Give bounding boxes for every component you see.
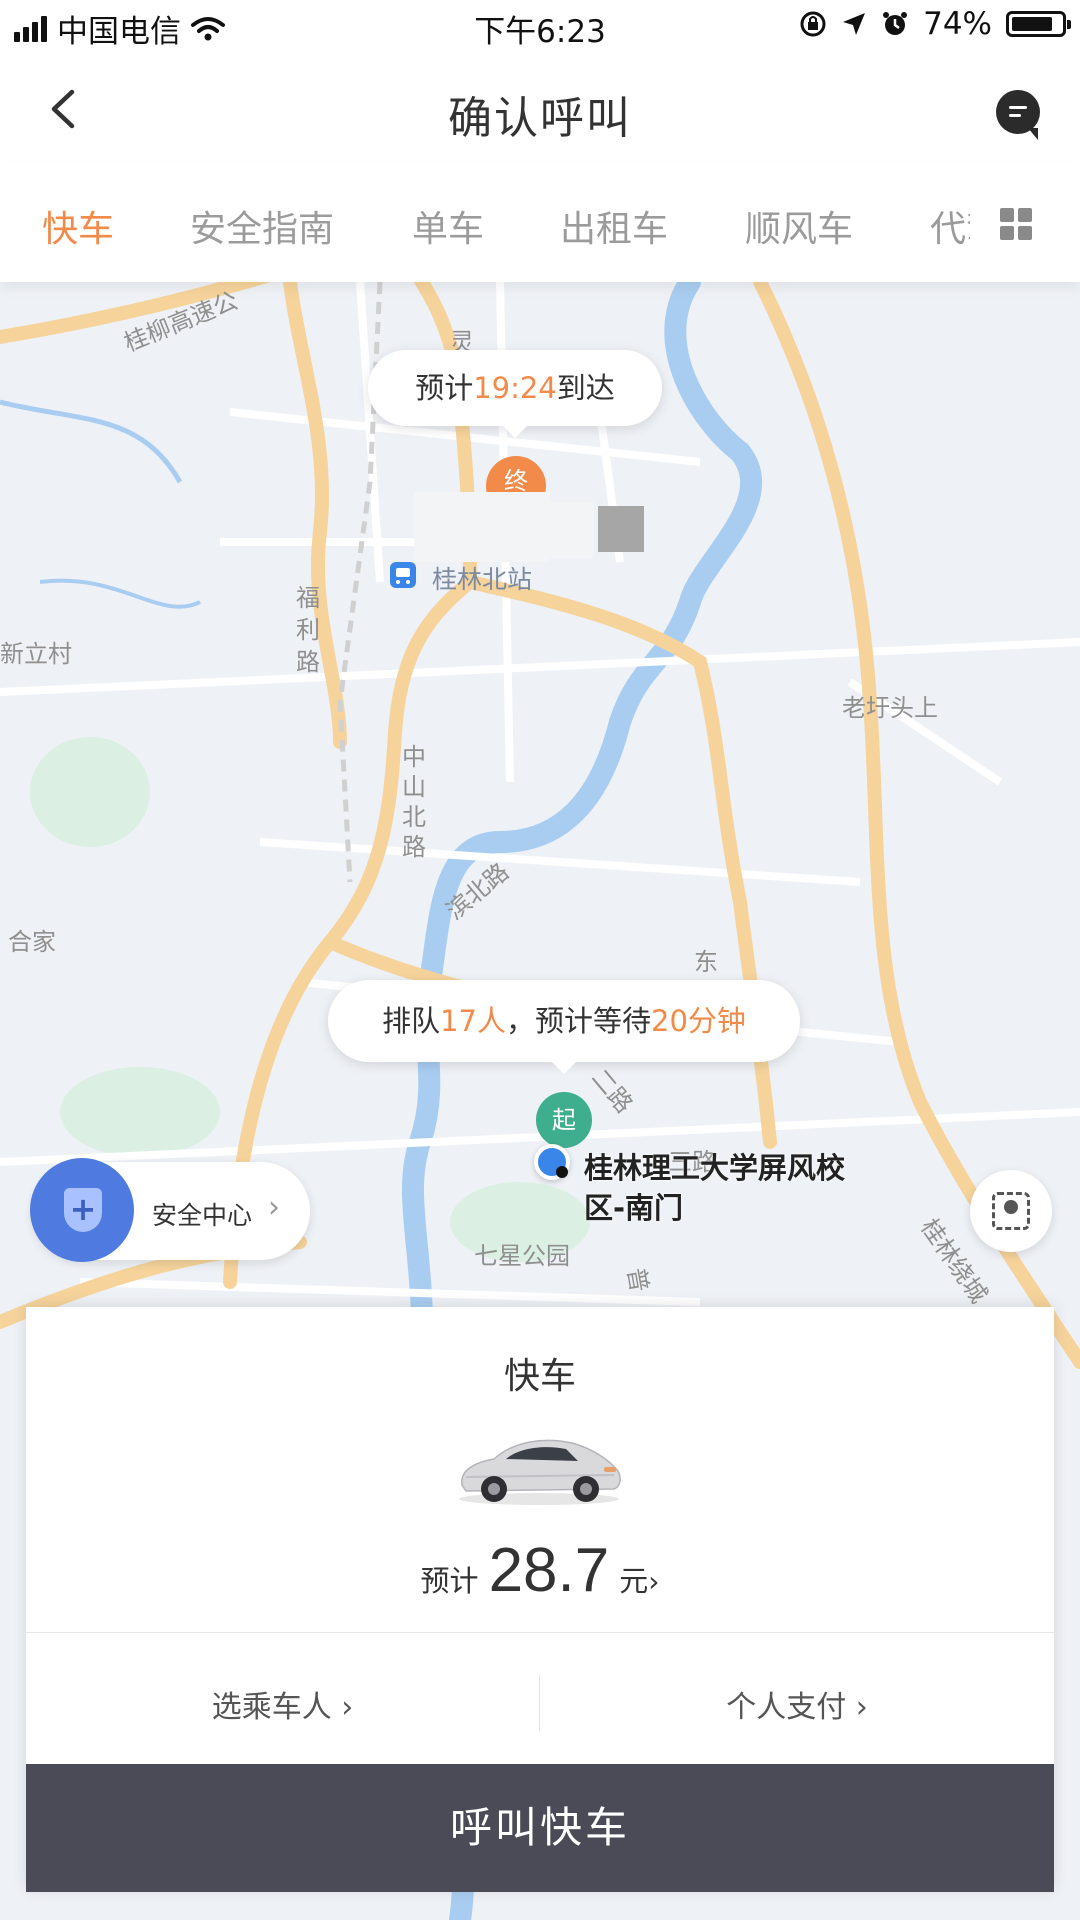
eta-prefix: 预计: [415, 371, 474, 405]
map-label-dong: 东: [694, 948, 718, 976]
tab-designated-driver[interactable]: 代驾: [930, 200, 970, 252]
price-unit: 元: [619, 1564, 649, 1598]
map-label-laoxutoushang: 老圩头上: [842, 694, 938, 722]
rotation-lock-icon: [800, 11, 826, 37]
tab-taxi[interactable]: 出租车: [560, 200, 668, 252]
map-label-xinli-village: 新立村: [0, 640, 72, 668]
tab-safety-guide[interactable]: 安全指南: [190, 200, 334, 252]
nav-bar: 确认呼叫: [0, 54, 1080, 164]
tab-bike[interactable]: 单车: [412, 200, 484, 252]
queue-bubble: 排队17人，预计等待20分钟: [328, 980, 800, 1074]
chevron-right-icon: ›: [648, 1565, 660, 1598]
shield-icon: +: [30, 1158, 134, 1262]
safety-center-button[interactable]: + 安全中心 ›: [30, 1158, 310, 1262]
divider: [26, 1632, 1054, 1633]
battery-percent: 74%: [923, 6, 992, 42]
map-label-fuli-road: 福利路: [296, 584, 320, 676]
eta-time: 19:24: [473, 371, 557, 405]
call-express-button[interactable]: 呼叫快车: [26, 1764, 1054, 1892]
safety-center-label: 安全中心: [152, 1201, 253, 1230]
map-label-qixing-park: 七星公园: [474, 1242, 570, 1270]
page-title: 确认呼叫: [448, 93, 632, 144]
start-address: 桂林理工大学屏风校区-南门: [584, 1151, 846, 1225]
redacted-area: [550, 502, 594, 558]
chevron-right-icon: ›: [268, 1190, 280, 1225]
start-point-marker: [556, 1166, 568, 1178]
location-arrow-icon: [843, 13, 866, 35]
queue-wait: 20分钟: [651, 1004, 746, 1038]
redacted-area: [414, 492, 550, 562]
queue-middle: ，预计等待: [506, 1004, 652, 1038]
tab-express[interactable]: 快车: [42, 200, 114, 252]
message-icon[interactable]: [996, 90, 1040, 140]
price-estimate[interactable]: 预计 28.7 元›: [26, 1535, 1054, 1606]
grid-icon[interactable]: [1000, 208, 1032, 240]
eta-suffix: 到达: [556, 371, 615, 405]
battery-icon: [1006, 11, 1071, 37]
price-value: 28.7: [488, 1536, 610, 1605]
car-icon: [459, 1439, 621, 1505]
locate-icon[interactable]: [970, 1170, 1052, 1252]
ride-type-title: 快车: [503, 1356, 576, 1397]
station-label: 桂林北站: [432, 565, 533, 594]
status-right: 74%: [799, 6, 1071, 42]
redacted-area: [598, 506, 644, 552]
queue-prefix: 排队: [382, 1004, 441, 1038]
payment-method-button[interactable]: 个人支付 ›: [540, 1682, 1054, 1726]
queue-count: 17人: [440, 1004, 506, 1038]
map-label-hejia: 合家: [8, 928, 56, 956]
tab-carpool[interactable]: 顺风车: [745, 200, 853, 252]
ride-card: 快车 预计 28.7 元› 选乘车人 › 个人支付 › 呼叫快车: [26, 1307, 1054, 1892]
service-tabs: 快车 安全指南 单车 出租车 顺风车 代驾: [0, 164, 1080, 282]
price-prefix: 预计: [420, 1564, 479, 1598]
alarm-icon: [883, 12, 908, 35]
select-passenger-button[interactable]: 选乘车人 ›: [26, 1682, 539, 1726]
status-bar: 中国电信 下午6:23 74%: [0, 0, 1080, 54]
map-label-zhongshan-north-road: 中山北路: [402, 743, 426, 861]
bus-icon: [390, 562, 416, 588]
eta-bubble: 预计19:24到达: [368, 350, 662, 438]
start-pin: 起: [536, 1092, 592, 1148]
